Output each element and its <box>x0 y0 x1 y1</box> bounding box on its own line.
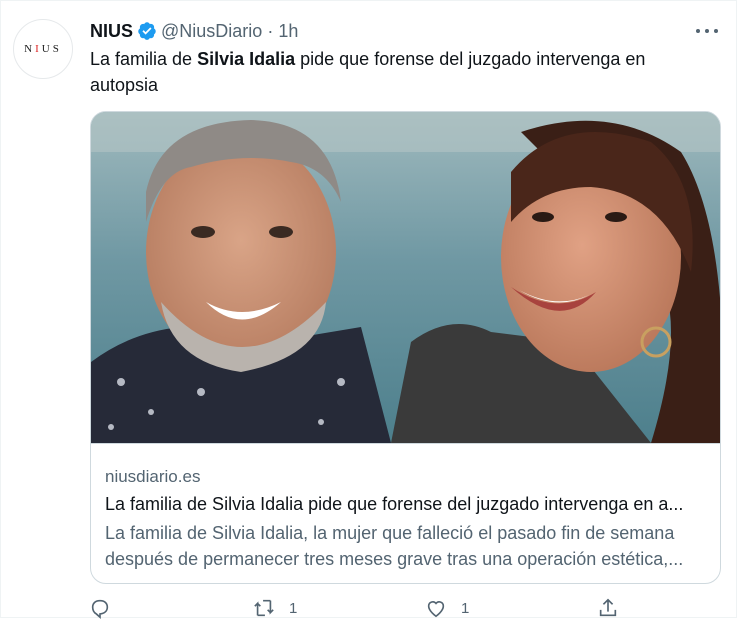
tweet-text-bold: Silvia Idalia <box>197 49 296 69</box>
tweet[interactable]: NIUS NIUS @NiusDiario · 1h La familia de… <box>0 0 737 619</box>
tweet-text: La familia de Silvia Idalia pide que for… <box>90 46 710 98</box>
card-info[interactable]: niusdiario.es La familia de Silvia Idali… <box>91 443 720 583</box>
verified-badge-icon <box>138 22 156 40</box>
card-description: La familia de Silvia Idalia, la mujer qu… <box>105 520 705 572</box>
more-options-icon[interactable] <box>696 23 718 39</box>
timestamp[interactable]: 1h <box>278 21 298 42</box>
tweet-actions: 1 1 <box>1 597 737 619</box>
retweet-button[interactable]: 1 <box>253 597 297 619</box>
tweet-text-part: La familia de <box>90 49 198 69</box>
author-name[interactable]: NIUS <box>90 21 133 42</box>
card-title: La familia de Silvia Idalia pide que for… <box>105 494 684 514</box>
reply-button[interactable] <box>89 597 111 619</box>
retweet-icon <box>254 599 274 617</box>
reply-icon <box>91 599 109 619</box>
avatar-logo-text: NIUS <box>24 43 62 55</box>
link-card[interactable]: niusdiario.es La familia de Silvia Idali… <box>90 111 721 584</box>
separator: · <box>267 20 274 41</box>
tweet-header: NIUS @NiusDiario · 1h <box>90 19 716 43</box>
avatar[interactable]: NIUS <box>13 19 73 79</box>
share-button[interactable] <box>597 597 619 619</box>
card-description-line: La familia de Silvia Idalia, la mujer qu… <box>105 523 675 543</box>
card-image[interactable] <box>91 112 720 443</box>
heart-icon <box>427 601 445 618</box>
card-domain: niusdiario.es <box>105 467 201 486</box>
like-count: 1 <box>461 599 470 617</box>
card-description-line: después de permanecer tres meses grave t… <box>105 549 684 569</box>
like-button[interactable]: 1 <box>425 597 469 619</box>
share-icon <box>599 598 617 617</box>
retweet-count: 1 <box>289 599 298 617</box>
author-handle[interactable]: @NiusDiario <box>161 21 262 42</box>
